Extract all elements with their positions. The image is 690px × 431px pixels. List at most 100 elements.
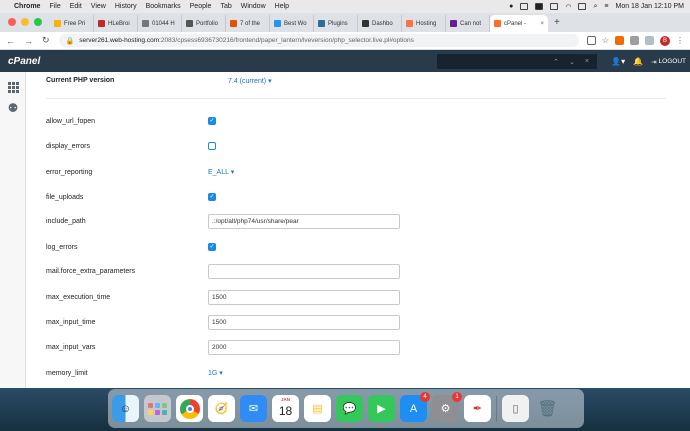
tab[interactable]: Best Wo <box>270 15 314 32</box>
tab[interactable]: Free Pri <box>50 15 94 32</box>
user-icon[interactable]: 👤▾ <box>611 57 625 66</box>
menubar-clock[interactable]: Mon 18 Jan 12:10 PM <box>616 3 685 10</box>
reload-icon[interactable]: ↻ <box>42 35 50 46</box>
option-control: .:/opt/alt/php74/usr/share/pear <box>208 213 400 229</box>
tab-favicon-icon <box>450 20 457 27</box>
menu-people[interactable]: People <box>190 3 212 10</box>
calendar-month: JAN <box>280 397 290 402</box>
option-text-input[interactable]: .:/opt/alt/php74/usr/share/pear <box>208 213 400 229</box>
lock-icon[interactable]: 🔒 <box>66 37 75 45</box>
trash-icon[interactable]: 🗑 <box>534 395 561 422</box>
menu-edit[interactable]: Edit <box>70 3 82 10</box>
notes-icon[interactable]: ▤ <box>304 395 331 422</box>
tab[interactable]: Plugins <box>314 15 358 32</box>
chrome-menu-icon[interactable]: ⋮ <box>676 36 684 45</box>
launchpad-icon[interactable] <box>144 395 171 422</box>
url-field[interactable]: 🔒 server261.web-hosting.com :2083/cpsess… <box>58 34 579 47</box>
documents-folder-icon[interactable]: ▯ <box>502 395 529 422</box>
tab[interactable]: Dashbo <box>358 15 402 32</box>
option-text-input[interactable]: 1500 <box>208 314 400 330</box>
chrome-icon[interactable] <box>176 395 203 422</box>
new-tab-icon[interactable]: + <box>554 17 560 28</box>
page-action-icon[interactable] <box>586 36 596 45</box>
find-previous-icon[interactable]: ⌃ <box>553 58 559 66</box>
option-text-input[interactable] <box>208 263 400 279</box>
tab[interactable]: 01044 H <box>138 15 182 32</box>
tab-label: 01044 H <box>152 20 175 27</box>
option-row-memory-limit: memory_limit 1G ▾ <box>46 366 666 380</box>
option-label: file_uploads <box>46 193 84 201</box>
option-checkbox[interactable]: ✓ <box>208 117 216 125</box>
find-next-icon[interactable]: ⌄ <box>569 58 575 66</box>
status-icon[interactable]: ● <box>509 3 513 10</box>
option-label: max_execution_time <box>46 293 111 301</box>
extension-icon[interactable] <box>615 36 624 45</box>
tab-close-icon[interactable]: × <box>540 21 544 27</box>
option-checkbox[interactable]: ✓ <box>208 193 216 201</box>
option-label: memory_limit <box>46 369 88 377</box>
tab[interactable]: Portfolio <box>182 15 226 32</box>
option-control <box>208 263 400 279</box>
system-preferences-icon[interactable]: ⚙ 1 <box>432 392 462 422</box>
menu-tab[interactable]: Tab <box>220 3 231 10</box>
status-box-icon[interactable] <box>520 3 529 10</box>
tab[interactable]: Hosting <box>402 15 446 32</box>
extension-icon-3[interactable] <box>645 36 654 45</box>
menu-view[interactable]: View <box>91 3 106 10</box>
cpanel-sidebar: ⚉ <box>0 72 26 388</box>
spotlight-icon[interactable]: ⌕ <box>593 3 597 11</box>
tab-favicon-icon <box>406 20 413 27</box>
find-in-page-bar[interactable]: ⌃ ⌄ × <box>437 54 597 69</box>
messages-icon[interactable]: 💬 <box>336 395 363 422</box>
apps-grid-icon[interactable] <box>6 80 20 94</box>
menu-chrome[interactable]: Chrome <box>14 3 40 10</box>
users-icon[interactable]: ⚉ <box>6 101 20 115</box>
control-center-icon[interactable]: ≡ <box>604 3 608 10</box>
bell-icon[interactable]: 🔔 <box>633 57 643 66</box>
dock-separator <box>496 395 497 422</box>
cpanel-logo[interactable]: cPanel <box>8 56 46 67</box>
option-row-include-path: include_path .:/opt/alt/php74/usr/share/p… <box>46 213 666 229</box>
minimize-window-icon[interactable] <box>21 18 29 26</box>
battery-icon[interactable] <box>578 3 587 10</box>
wifi-icon[interactable]: ◠ <box>565 3 571 11</box>
menu-history[interactable]: History <box>115 3 137 10</box>
mail-icon[interactable]: ✉ <box>240 395 267 422</box>
finder-icon[interactable]: ☺ <box>112 395 139 422</box>
option-dropdown[interactable]: E_ALL ▾ <box>208 168 234 176</box>
calendar-icon[interactable]: JAN 18 <box>272 395 299 422</box>
maximize-window-icon[interactable] <box>34 18 42 26</box>
tab[interactable]: HLeBroi <box>94 15 138 32</box>
option-checkbox[interactable]: ✓ <box>208 243 216 251</box>
close-window-icon[interactable] <box>8 18 16 26</box>
menu-file[interactable]: File <box>49 3 60 10</box>
header-actions: 👤▾ 🔔 ⇥ LOGOUT <box>611 51 686 72</box>
option-text-input[interactable]: 2000 <box>208 339 400 355</box>
tab[interactable]: Can not <box>446 15 490 32</box>
find-close-icon[interactable]: × <box>585 58 589 65</box>
option-control: ✓ <box>208 243 216 251</box>
menu-help[interactable]: Help <box>275 3 289 10</box>
option-text-input[interactable]: 1500 <box>208 289 400 305</box>
app-store-icon[interactable]: A 4 <box>400 392 430 422</box>
option-checkbox[interactable] <box>208 142 216 150</box>
tab-favicon-icon <box>142 20 149 27</box>
php-version-dropdown[interactable]: 7.4 (current) ▾ <box>228 77 272 85</box>
menu-window[interactable]: Window <box>241 3 266 10</box>
bookmark-star-icon[interactable]: ☆ <box>602 36 609 45</box>
status-k-icon[interactable] <box>550 3 559 10</box>
forward-icon[interactable]: → <box>24 36 33 46</box>
tab[interactable]: 7 of the <box>226 15 270 32</box>
menu-bookmarks[interactable]: Bookmarks <box>146 3 181 10</box>
extension-icon-2[interactable] <box>630 36 639 45</box>
facetime-icon[interactable]: ▶ <box>368 395 395 422</box>
filezilla-icon[interactable]: ✒ <box>464 395 491 422</box>
tab-label: Free Pri <box>64 20 86 27</box>
tab-active[interactable]: cPanel - × <box>490 15 548 32</box>
back-icon[interactable]: ← <box>6 36 15 46</box>
safari-icon[interactable]: 🧭 <box>208 395 235 422</box>
status-a-icon[interactable] <box>535 3 544 10</box>
logout-button[interactable]: ⇥ LOGOUT <box>651 58 686 66</box>
option-dropdown[interactable]: 1G ▾ <box>208 369 223 377</box>
profile-avatar[interactable]: B <box>660 35 670 46</box>
